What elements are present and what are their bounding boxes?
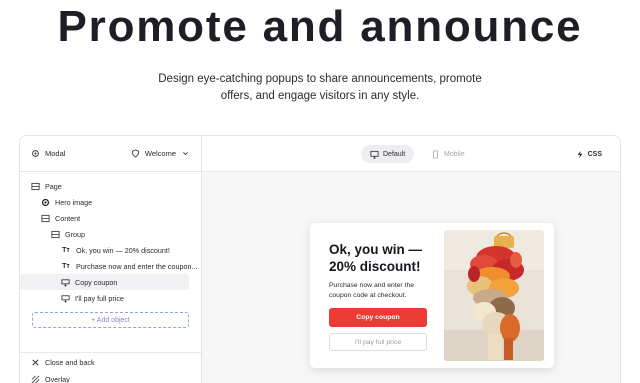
preview-area: Default Mobile CSS Ok, you win — 20% dis… — [202, 136, 620, 383]
button-icon — [61, 278, 70, 287]
tree-item-label: Content — [55, 213, 81, 223]
tree-item-copy-coupon[interactable]: Copy coupon — [20, 274, 189, 290]
css-label: CSS — [587, 150, 602, 158]
sidebar-header: Modal Welcome — [20, 136, 201, 172]
close-icon — [31, 358, 40, 367]
tree-item-page[interactable]: Page — [20, 178, 201, 194]
mobile-icon — [431, 149, 440, 159]
tree-item-hero-image[interactable]: Hero image — [20, 194, 201, 210]
popup-preview: Ok, you win — 20% discount! Purchase now… — [310, 223, 554, 368]
group-icon — [51, 230, 60, 239]
tab-default-label: Default — [383, 150, 406, 158]
tree-item-label: Purchase now and enter the coupon... — [76, 261, 198, 271]
shield-icon — [131, 149, 140, 158]
layer-tree: Page Hero image Content Group Tт Ok, you… — [20, 172, 201, 328]
full-price-button[interactable]: I'll pay full price — [329, 333, 427, 351]
preview-toolbar: Default Mobile CSS — [202, 136, 620, 172]
tree-item-label: Group — [65, 229, 85, 239]
tree-item-label: Hero image — [55, 197, 93, 207]
hero-subtitle-line-2: offers, and engage visitors in any style… — [220, 90, 420, 102]
button-icon — [61, 294, 70, 303]
lightning-icon — [576, 150, 585, 159]
hero-subtitle-line-1: Design eye-catching popups to share anno… — [158, 73, 482, 85]
tree-item-group[interactable]: Group — [20, 226, 201, 242]
sidebar: Modal Welcome Page Hero image Content Gr… — [20, 136, 202, 383]
layout-icon — [41, 214, 50, 223]
tree-item-close-and-back[interactable]: Close and back — [20, 354, 201, 371]
sidebar-footer: Close and back Overlay — [20, 352, 201, 383]
modal-label: Modal — [45, 149, 66, 158]
editor-window: Modal Welcome Page Hero image Content Gr… — [19, 135, 621, 383]
tree-item-heading-text[interactable]: Tт Ok, you win — 20% discount! — [20, 242, 201, 258]
tab-mobile-label: Mobile — [444, 150, 465, 158]
desktop-icon — [370, 150, 379, 159]
add-object-button[interactable]: + Add object — [32, 312, 189, 328]
gear-icon — [31, 149, 40, 158]
chevron-down-icon — [181, 149, 190, 158]
tree-item-label: Ok, you win — 20% discount! — [76, 245, 170, 255]
tree-item-label: Close and back — [45, 358, 95, 367]
overlay-icon — [31, 375, 40, 383]
tree-item-label: Overlay — [45, 375, 70, 383]
template-label: Welcome — [144, 149, 176, 158]
css-button[interactable]: CSS — [576, 145, 602, 163]
text-icon: Tт — [62, 246, 70, 254]
tree-item-label: Page — [45, 181, 62, 191]
text-icon: Tт — [62, 262, 70, 270]
tree-item-body-text[interactable]: Tт Purchase now and enter the coupon... — [20, 258, 201, 274]
popup-body: Purchase now and enter the coupon code a… — [329, 282, 415, 299]
tree-item-overlay[interactable]: Overlay — [20, 371, 201, 383]
hero-image — [444, 230, 544, 361]
hero-title: Promote and announce — [57, 2, 583, 51]
modal-selector[interactable]: Modal — [31, 149, 65, 158]
tab-mobile[interactable]: Mobile — [422, 145, 474, 163]
tree-item-label: Copy coupon — [75, 277, 118, 287]
copy-coupon-button[interactable]: Copy coupon — [329, 308, 427, 327]
template-dropdown[interactable]: Welcome — [131, 149, 190, 158]
tree-item-content[interactable]: Content — [20, 210, 201, 226]
circle-dot-icon — [41, 198, 50, 207]
tab-default[interactable]: Default — [361, 145, 415, 163]
hero-subtitle: Design eye-catching popups to share anno… — [0, 71, 640, 105]
popup-heading: Ok, you win — 20% discount! — [329, 242, 423, 274]
tree-item-full-price[interactable]: I'll pay full price — [20, 290, 201, 306]
tree-item-label: I'll pay full price — [75, 293, 124, 303]
page-layout-icon — [31, 182, 40, 191]
